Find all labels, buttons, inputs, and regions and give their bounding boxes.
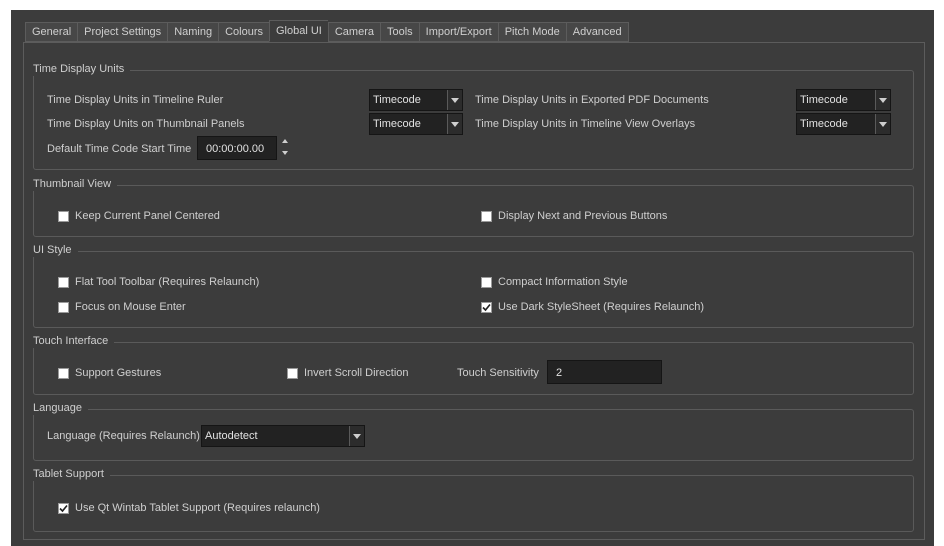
checkbox-box[interactable] [58,276,69,288]
tab-bar: General Project Settings Naming Colours … [25,20,629,42]
chevron-down-icon[interactable] [447,114,462,134]
spin-down-icon[interactable] [282,151,290,157]
checkbox-label: Focus on Mouse Enter [75,301,186,313]
touch-interface-group: Touch Interface Support Gestures Invert … [27,334,914,395]
checkbox-box[interactable] [287,367,298,379]
checkbox-box[interactable] [58,301,69,313]
support-gestures-checkbox[interactable]: Support Gestures [58,366,161,380]
tablet-support-group: Tablet Support Use Qt Wintab Tablet Supp… [27,467,914,532]
spin-up-icon[interactable] [282,139,290,145]
group-title: Touch Interface [27,334,115,348]
compact-information-checkbox[interactable]: Compact Information Style [481,275,628,289]
checkbox-box[interactable] [481,276,492,288]
tab-colours[interactable]: Colours [218,22,269,42]
group-title: Tablet Support [27,467,110,481]
language-label: Language (Requires Relaunch) [47,430,200,442]
chevron-down-icon[interactable] [447,90,462,110]
checkbox-label: Use Dark StyleSheet (Requires Relaunch) [498,301,705,313]
checkbox-label: Support Gestures [75,367,162,379]
combo-value: Autodetect [205,430,258,442]
chevron-down-icon[interactable] [875,114,890,134]
start-time-spinbox[interactable]: 00:00:00.00 [197,136,277,160]
checkbox-label: Keep Current Panel Centered [75,210,220,222]
timeline-overlays-label: Time Display Units in Timeline View Over… [475,118,696,130]
exported-pdf-label: Time Display Units in Exported PDF Docum… [475,94,709,106]
preferences-window: General Project Settings Naming Colours … [11,10,934,546]
timeline-overlays-combo[interactable]: Timecode [796,113,891,135]
touch-sensitivity-label: Touch Sensitivity [457,367,539,379]
tab-tools[interactable]: Tools [379,22,419,42]
checkbox-box[interactable] [58,210,69,222]
checkbox-box[interactable] [58,502,69,514]
tab-import-export[interactable]: Import/Export [418,22,498,42]
global-ui-panel: Time Display Units Time Display Units in… [23,42,925,540]
dark-stylesheet-checkbox[interactable]: Use Dark StyleSheet (Requires Relaunch) [481,300,704,314]
group-title: Thumbnail View [27,177,118,191]
invert-scroll-checkbox[interactable]: Invert Scroll Direction [287,366,409,380]
checkbox-label: Use Qt Wintab Tablet Support (Requires r… [75,502,320,514]
flat-tool-toolbar-checkbox[interactable]: Flat Tool Toolbar (Requires Relaunch) [58,275,259,289]
timeline-ruler-combo[interactable]: Timecode [369,89,463,111]
tab-advanced[interactable]: Advanced [565,22,629,42]
exported-pdf-combo[interactable]: Timecode [796,89,891,111]
field-value: 2 [556,367,563,379]
time-display-units-group: Time Display Units Time Display Units in… [27,62,914,170]
checkbox-label: Compact Information Style [498,276,628,288]
chevron-down-icon[interactable] [349,426,364,446]
group-title: UI Style [27,243,78,257]
combo-value: Timecode [800,94,848,106]
check-icon [482,303,491,311]
tab-pitch-mode[interactable]: Pitch Mode [497,22,566,42]
timeline-ruler-label: Time Display Units in Timeline Ruler [47,94,224,106]
language-combo[interactable]: Autodetect [201,425,365,447]
tab-naming[interactable]: Naming [167,22,219,42]
display-next-previous-checkbox[interactable]: Display Next and Previous Buttons [481,209,667,223]
thumbnail-panels-combo[interactable]: Timecode [369,113,463,135]
start-time-label: Default Time Code Start Time [47,143,192,155]
tab-project-settings[interactable]: Project Settings [77,22,168,42]
touch-sensitivity-input[interactable]: 2 [547,360,662,384]
keep-panel-centered-checkbox[interactable]: Keep Current Panel Centered [58,209,220,223]
tab-camera[interactable]: Camera [327,22,380,42]
combo-value: Timecode [373,118,421,130]
thumbnail-view-group: Thumbnail View Keep Current Panel Center… [27,177,914,237]
thumbnail-panels-label: Time Display Units on Thumbnail Panels [47,118,245,130]
checkbox-box[interactable] [481,301,492,313]
language-group: Language Language (Requires Relaunch) Au… [27,401,914,461]
group-title: Time Display Units [27,62,131,76]
chevron-down-icon[interactable] [875,90,890,110]
tab-global-ui[interactable]: Global UI [269,20,328,42]
combo-value: Timecode [800,118,848,130]
qt-wintab-checkbox[interactable]: Use Qt Wintab Tablet Support (Requires r… [58,501,320,515]
check-icon [59,504,68,512]
tab-general[interactable]: General [25,22,78,42]
ui-style-group: UI Style Flat Tool Toolbar (Requires Rel… [27,243,914,328]
spinbox-value: 00:00:00.00 [206,143,265,155]
checkbox-label: Invert Scroll Direction [304,367,409,379]
checkbox-box[interactable] [58,367,69,379]
checkbox-box[interactable] [481,210,492,222]
checkbox-label: Display Next and Previous Buttons [498,210,668,222]
group-title: Language [27,401,88,415]
focus-mouse-enter-checkbox[interactable]: Focus on Mouse Enter [58,300,186,314]
checkbox-label: Flat Tool Toolbar (Requires Relaunch) [75,276,260,288]
combo-value: Timecode [373,94,421,106]
